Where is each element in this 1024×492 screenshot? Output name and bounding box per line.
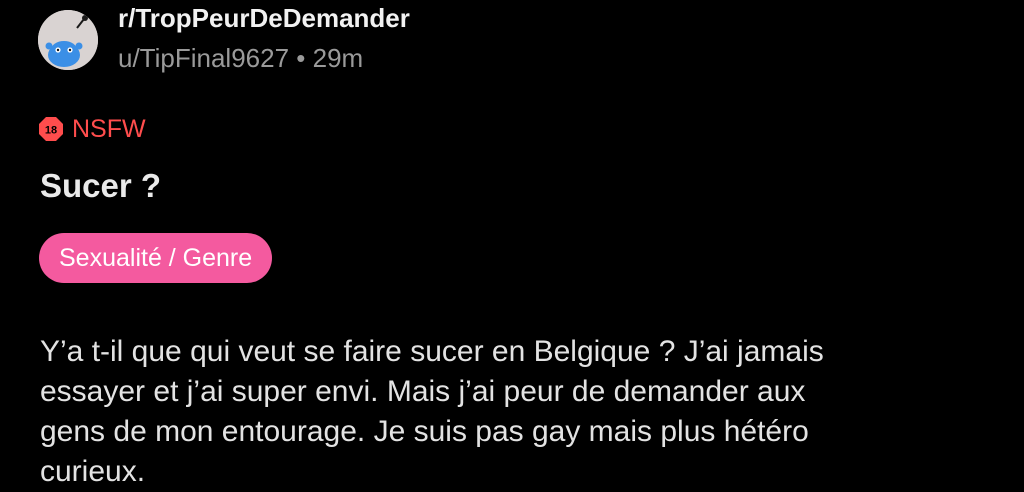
- nsfw-label: NSFW: [72, 114, 146, 143]
- post-time: 29m: [312, 43, 364, 73]
- nsfw-18-icon: 18: [39, 117, 63, 141]
- post-meta: u/TipFinal9627 • 29m: [118, 43, 410, 73]
- post-header: r/TropPeurDeDemander u/TipFinal9627 • 29…: [38, 3, 410, 76]
- snoo-avatar-icon: [38, 10, 98, 70]
- meta-separator: •: [296, 43, 306, 73]
- post-header-text: r/TropPeurDeDemander u/TipFinal9627 • 29…: [118, 3, 410, 73]
- nsfw-badge-text: 18: [45, 125, 57, 137]
- post-body: Y’a t-il que qui veut se faire sucer en …: [40, 335, 824, 488]
- post-flair[interactable]: Sexualité / Genre: [39, 233, 273, 283]
- post-title[interactable]: Sucer ?: [40, 166, 161, 206]
- author-name[interactable]: u/TipFinal9627: [118, 43, 289, 73]
- subreddit-name[interactable]: r/TropPeurDeDemander: [118, 3, 410, 33]
- avatar[interactable]: [38, 10, 98, 70]
- nsfw-tag: 18 NSFW: [38, 114, 146, 144]
